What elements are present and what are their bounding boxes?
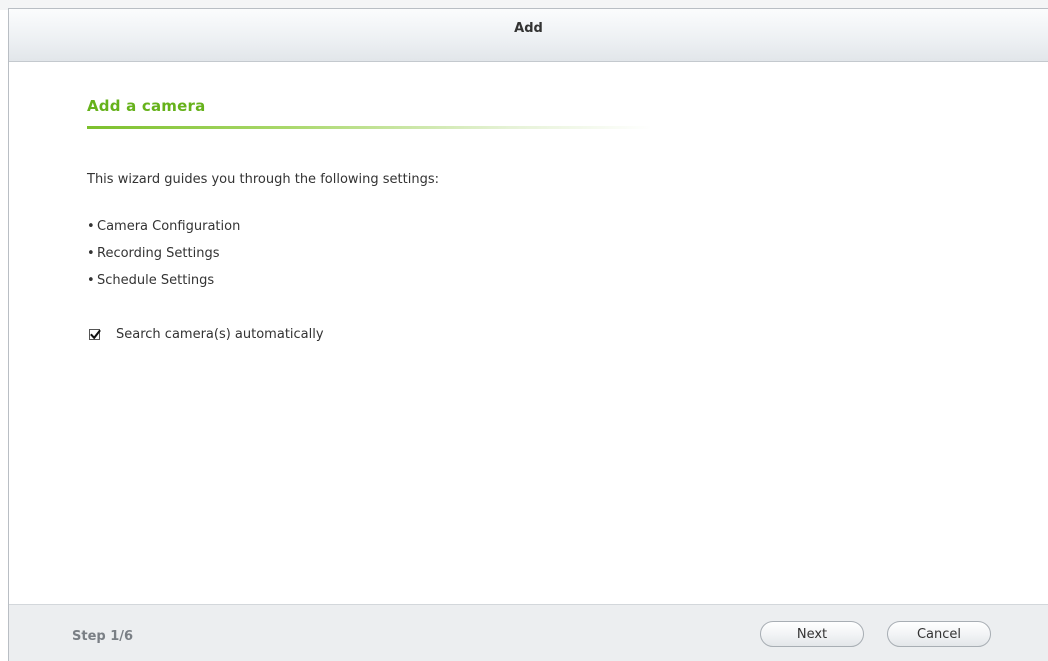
- wizard-content: Add a camera This wizard guides you thro…: [9, 62, 1048, 604]
- list-item-label: Camera Configuration: [97, 219, 241, 234]
- bullet-icon: •: [87, 246, 95, 261]
- auto-search-label[interactable]: Search camera(s) automatically: [116, 327, 324, 342]
- bullet-icon: •: [87, 273, 95, 288]
- list-item-label: Schedule Settings: [97, 273, 215, 288]
- dialog-title: Add: [514, 21, 543, 36]
- dialog-titlebar[interactable]: Add: [9, 9, 1048, 62]
- next-button[interactable]: Next: [760, 621, 864, 647]
- section-heading: Add a camera: [87, 97, 206, 115]
- list-item: • Recording Settings: [87, 246, 240, 273]
- list-item: • Camera Configuration: [87, 219, 240, 246]
- bullet-icon: •: [87, 219, 95, 234]
- auto-search-checkbox[interactable]: [89, 329, 101, 340]
- cancel-button[interactable]: Cancel: [887, 621, 991, 647]
- checkmark-icon: [90, 329, 101, 340]
- add-dialog: Add Add a camera This wizard guides you …: [8, 8, 1048, 661]
- list-item-label: Recording Settings: [97, 246, 220, 261]
- wizard-intro-text: This wizard guides you through the follo…: [87, 172, 439, 187]
- list-item: • Schedule Settings: [87, 273, 240, 300]
- heading-divider: [87, 126, 652, 129]
- dialog-footer: Step 1/6 Next Cancel: [9, 604, 1048, 661]
- auto-search-option[interactable]: Search camera(s) automatically: [89, 327, 324, 342]
- step-indicator: Step 1/6: [72, 629, 134, 644]
- settings-list: • Camera Configuration • Recording Setting…: [87, 219, 240, 300]
